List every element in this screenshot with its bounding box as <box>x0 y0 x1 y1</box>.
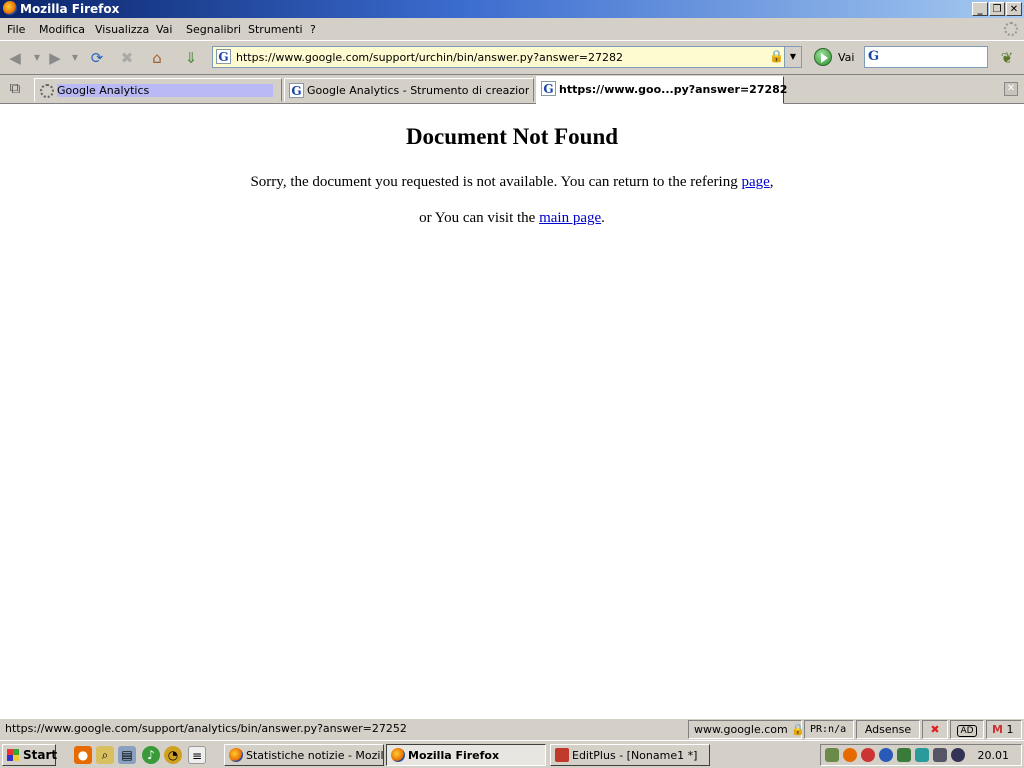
tray-antivirus-icon[interactable] <box>861 748 875 762</box>
taskbar-label: Mozilla Firefox <box>408 749 500 762</box>
message-line-1: Sorry, the document you requested is not… <box>0 174 1024 191</box>
taskbar-label: Statistiche notizie - Mozill... <box>246 749 384 762</box>
tab-strumento-creazione[interactable]: G Google Analytics - Strumento di creazi… <box>284 78 534 102</box>
gmail-icon: M <box>992 723 1003 736</box>
restore-button[interactable]: ❐ <box>989 2 1005 16</box>
menu-bar: File Modifica Visualizza Vai Segnalibri … <box>0 18 1024 40</box>
menu-modifica[interactable]: Modifica <box>39 23 85 36</box>
menu-segnalibri[interactable]: Segnalibri <box>186 23 241 36</box>
forward-dropdown-icon[interactable]: ▼ <box>66 49 84 67</box>
close-tab-icon[interactable]: ✕ <box>1004 82 1018 96</box>
firefox-icon <box>229 748 243 762</box>
title-bar: Mozilla Firefox _ ❐ ✕ <box>0 0 1024 18</box>
tray-network-icon[interactable] <box>825 748 839 762</box>
tray-check-icon[interactable] <box>915 748 929 762</box>
system-tray: 20.01 <box>820 744 1022 766</box>
page-heading: Document Not Found <box>405 124 619 149</box>
tab-google-analytics[interactable]: Google Analytics <box>34 78 282 102</box>
menu-strumenti[interactable]: Strumenti <box>248 23 303 36</box>
close-button[interactable]: ✕ <box>1006 2 1022 16</box>
back-icon[interactable]: ◀ <box>6 49 24 67</box>
punctuation: . <box>601 210 605 226</box>
site-favicon-icon: G <box>216 49 231 64</box>
punctuation: , <box>769 174 774 190</box>
message-line-2: or You can visit the main page. <box>0 210 1024 227</box>
adsense-button[interactable]: Adsense <box>856 720 920 739</box>
minimize-button[interactable]: _ <box>972 2 988 16</box>
menu-visualizza[interactable]: Visualizza <box>95 23 149 36</box>
tray-speaker-icon[interactable] <box>951 748 965 762</box>
status-domain: www.google.com 🔒 <box>688 720 805 739</box>
pagerank-indicator[interactable]: PR:n/a <box>804 720 854 739</box>
start-label: Start <box>23 748 58 762</box>
tray-app-icon[interactable] <box>897 748 911 762</box>
tray-bluetooth-icon[interactable] <box>879 748 893 762</box>
loading-icon <box>40 84 54 98</box>
go-icon <box>814 48 832 66</box>
search-engine-icon[interactable]: G <box>868 49 884 65</box>
url-bar[interactable]: G https://www.google.com/support/urchin/… <box>212 46 802 68</box>
ad-badge[interactable]: AD <box>950 720 984 739</box>
throbber-icon <box>1004 22 1018 36</box>
taskbar-label: EditPlus - [Noname1 *] <box>572 749 698 762</box>
window-title: Mozilla Firefox <box>20 2 120 16</box>
menu-help[interactable]: ? <box>310 23 316 36</box>
stop-icon[interactable]: ✖ <box>118 49 136 67</box>
referring-page-link[interactable]: page <box>741 174 769 190</box>
new-tab-icon[interactable]: ⧉ <box>6 79 24 97</box>
tab-label: Google Analytics - Strumento di creazion… <box>307 84 529 97</box>
notepad-quicklaunch-icon[interactable]: ≡ <box>188 746 206 764</box>
search-quicklaunch-icon[interactable]: ⌕ <box>96 746 114 764</box>
tab-label: https://www.goo...py?answer=27282 <box>559 83 788 96</box>
message-text: Sorry, the document you requested is not… <box>250 174 742 190</box>
ad-label: AD <box>957 725 977 737</box>
clock[interactable]: 20.01 <box>978 749 1010 762</box>
taskbar-button-firefox[interactable]: Mozilla Firefox <box>386 744 546 766</box>
google-favicon-icon: G <box>289 83 304 98</box>
url-dropdown-icon[interactable]: ▼ <box>784 47 801 67</box>
navigation-toolbar: ◀ ▼ ▶ ▼ ⟳ ✖ ⌂ ⇓ G https://www.google.com… <box>0 40 1024 75</box>
reload-icon[interactable]: ⟳ <box>88 49 106 67</box>
media-quicklaunch-icon[interactable]: ♪ <box>142 746 160 764</box>
start-button[interactable]: Start <box>2 744 58 766</box>
tab-label: Google Analytics <box>57 84 273 97</box>
leaf-icon[interactable]: ❦ <box>998 49 1016 67</box>
status-text: https://www.google.com/support/analytics… <box>5 722 407 735</box>
go-label: Vai <box>838 51 855 64</box>
search-input[interactable]: G <box>864 46 988 68</box>
forward-icon[interactable]: ▶ <box>46 49 64 67</box>
menu-vai[interactable]: Vai <box>156 23 172 36</box>
explorer-quicklaunch-icon[interactable]: ▤ <box>118 746 136 764</box>
tray-firefox-icon[interactable] <box>843 748 857 762</box>
firefox-icon <box>391 748 405 762</box>
lock-icon[interactable]: 🔒 <box>769 49 784 63</box>
secure-lock-icon[interactable]: 🔒 <box>791 723 805 736</box>
gmail-notifier[interactable]: M 1 <box>986 720 1022 739</box>
back-dropdown-icon[interactable]: ▼ <box>28 49 46 67</box>
message-text: or You can visit the <box>419 210 540 226</box>
tab-bar: ⧉ Google Analytics G Google Analytics - … <box>0 75 1024 104</box>
tab-active-answer[interactable]: G https://www.goo...py?answer=27282 <box>536 76 788 104</box>
domain-text: www.google.com <box>694 723 788 736</box>
status-bar: https://www.google.com/support/analytics… <box>0 718 1024 740</box>
go-button[interactable]: Vai <box>814 48 858 68</box>
url-text: https://www.google.com/support/urchin/bi… <box>236 51 623 64</box>
download-icon[interactable]: ⇓ <box>182 49 200 67</box>
taskbar-button-editplus[interactable]: EditPlus - [Noname1 *] <box>550 744 710 766</box>
main-page-link[interactable]: main page <box>539 210 601 226</box>
taskbar: Start ● ⌕ ▤ ♪ ◔ ≡ Statistiche notizie - … <box>0 740 1024 768</box>
taskbar-button-statistiche[interactable]: Statistiche notizie - Mozill... <box>224 744 384 766</box>
firefox-icon <box>3 1 17 15</box>
blocked-icon[interactable]: ✖ <box>922 720 948 739</box>
home-icon[interactable]: ⌂ <box>148 49 166 67</box>
mail-count: 1 <box>1006 723 1014 736</box>
google-favicon-icon: G <box>541 81 556 96</box>
tray-monitor-icon[interactable] <box>933 748 947 762</box>
page-content: Document Not Found Sorry, the document y… <box>0 104 1024 718</box>
editplus-icon <box>555 748 569 762</box>
clock-quicklaunch-icon[interactable]: ◔ <box>164 746 182 764</box>
menu-file[interactable]: File <box>7 23 25 36</box>
firefox-quicklaunch-icon[interactable]: ● <box>74 746 92 764</box>
